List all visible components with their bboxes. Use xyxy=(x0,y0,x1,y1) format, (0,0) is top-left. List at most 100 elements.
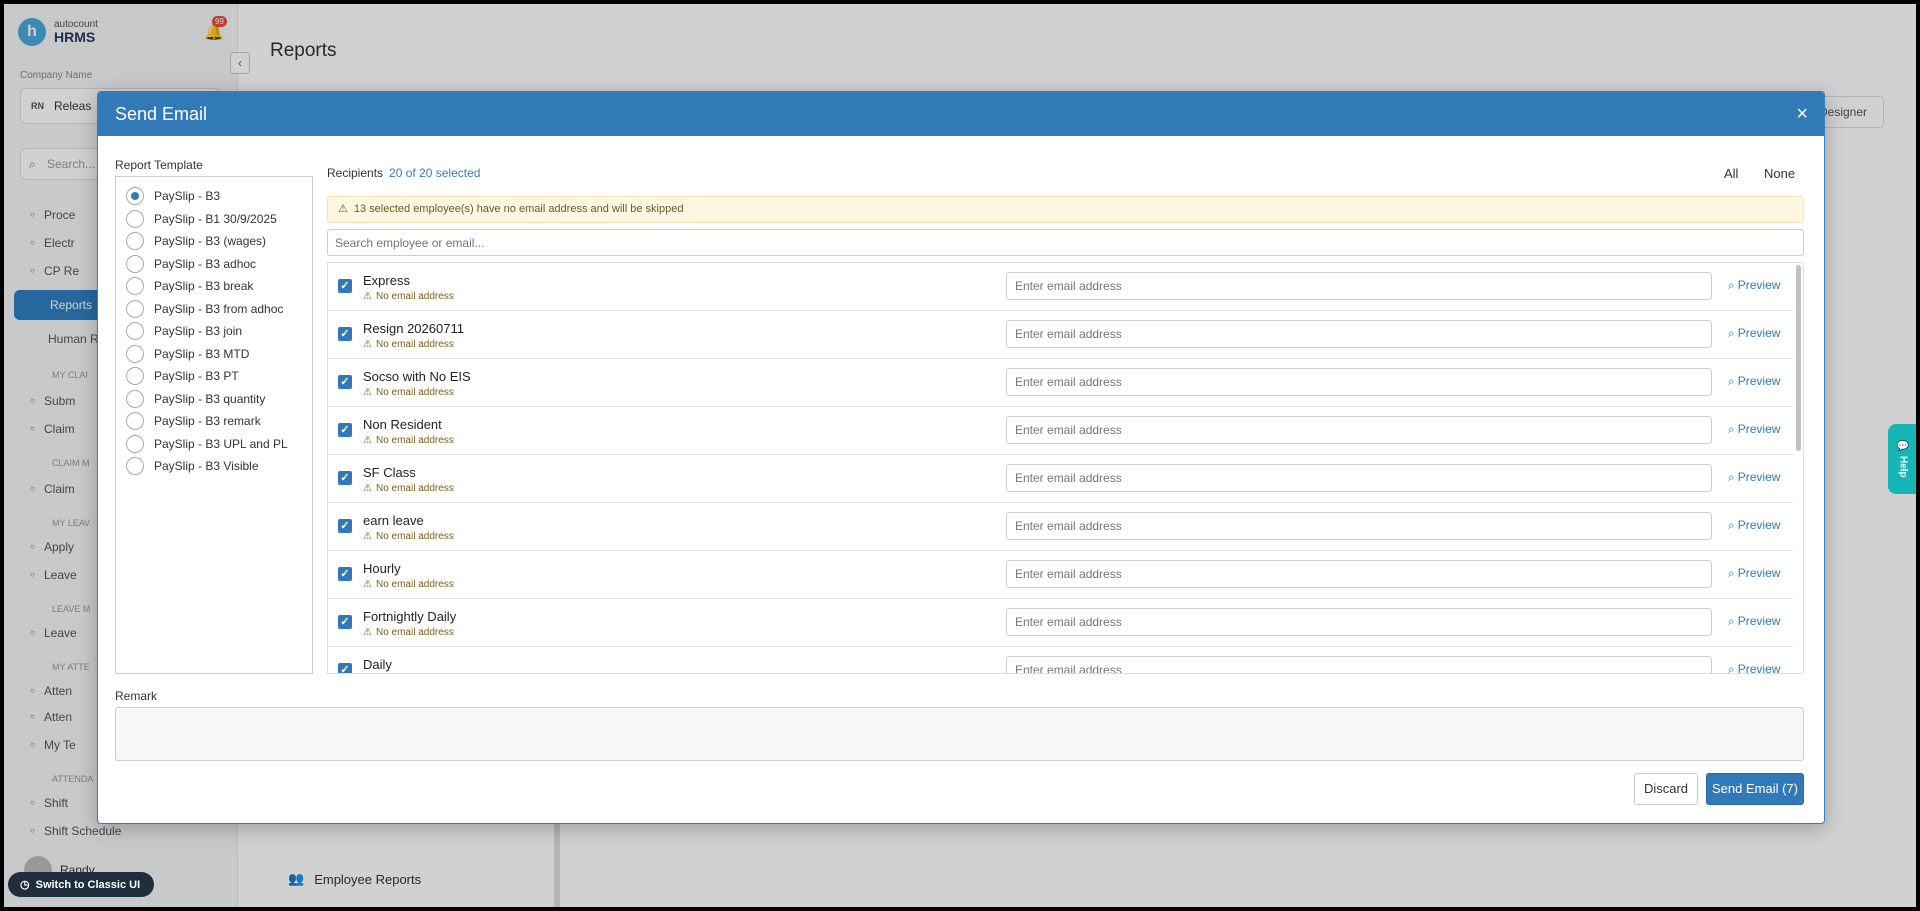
template-radio[interactable] xyxy=(126,232,144,250)
no-email-badge: ⚠ No email address xyxy=(363,435,454,446)
no-email-text: No email address xyxy=(375,627,454,638)
email-field[interactable] xyxy=(1006,272,1712,300)
preview-link[interactable]: ⌕ Preview xyxy=(1728,662,1781,674)
select-none-button[interactable]: None xyxy=(1764,166,1795,181)
recipient-checkbox[interactable]: ✓ xyxy=(338,279,352,293)
recipient-row: ✓ Express ⚠No email address ⌕Preview xyxy=(328,263,1793,311)
template-radio[interactable] xyxy=(126,187,144,205)
template-radio[interactable] xyxy=(126,277,144,295)
template-radio[interactable] xyxy=(126,457,144,475)
template-option[interactable]: PaySlip - B3 xyxy=(126,186,220,206)
search-icon: ⌕ xyxy=(1728,566,1735,580)
template-option-label: PaySlip - B3 PT xyxy=(154,369,239,383)
no-email-badge: ⚠ No email address xyxy=(363,291,454,302)
preview-label: Preview xyxy=(1737,662,1781,674)
warning-icon: ⚠ xyxy=(363,387,372,398)
list-scrollbar[interactable] xyxy=(1796,265,1801,451)
warning-icon: ⚠ xyxy=(338,203,348,215)
no-email-warning: ⚠ 13 selected employee(s) have no email a… xyxy=(327,196,1804,223)
template-radio[interactable] xyxy=(126,412,144,430)
preview-link[interactable]: ⌕ Preview xyxy=(1728,278,1780,293)
template-option[interactable]: PaySlip - B3 adhoc xyxy=(126,254,256,274)
template-option[interactable]: PaySlip - B3 quantity xyxy=(126,389,265,409)
warning-icon: ⚠ xyxy=(363,531,372,542)
email-field[interactable] xyxy=(1006,560,1712,588)
recipient-checkbox[interactable]: ✓ xyxy=(338,327,352,341)
preview-link[interactable]: ⌕ Preview xyxy=(1728,422,1780,437)
template-radio[interactable] xyxy=(126,367,144,385)
template-radio[interactable] xyxy=(126,389,144,408)
template-option[interactable]: PaySlip - B3 PT xyxy=(126,366,239,386)
preview-link[interactable]: ⌕ Preview xyxy=(1728,566,1780,581)
template-radio[interactable] xyxy=(126,209,144,228)
recipient-checkbox[interactable]: ✓ xyxy=(338,423,352,437)
email-field[interactable] xyxy=(1006,608,1712,636)
preview-link[interactable]: ⌕ Preview xyxy=(1728,470,1780,485)
template-option-label: PaySlip - B3 break xyxy=(154,279,254,293)
recipient-checkbox[interactable]: ✓ xyxy=(338,519,352,533)
report-template-label: Report Template xyxy=(115,158,203,172)
discard-button[interactable]: Discard xyxy=(1634,773,1698,805)
template-option[interactable]: PaySlip - B3 UPL and PL xyxy=(126,434,288,454)
preview-link[interactable]: ⌕ Preview xyxy=(1728,518,1780,533)
employee-name: SF Class xyxy=(363,465,416,480)
no-email-badge: ⚠ No email address xyxy=(363,339,454,350)
recipient-checkbox[interactable]: ✓ xyxy=(338,663,352,673)
preview-label: Preview xyxy=(1737,278,1781,292)
no-email-text: No email address xyxy=(375,339,454,350)
email-field[interactable] xyxy=(1006,320,1712,348)
template-radio[interactable] xyxy=(126,254,144,273)
template-option[interactable]: PaySlip - B3 break xyxy=(126,276,253,296)
recipient-checkbox[interactable]: ✓ xyxy=(338,471,352,485)
employee-search-input[interactable] xyxy=(327,229,1804,256)
dialog-title: Send Email xyxy=(115,103,208,124)
switch-ui-label: Switch to Classic UI xyxy=(35,879,141,891)
email-field[interactable] xyxy=(1006,512,1712,540)
send-email-button[interactable]: Send Email (7) xyxy=(1706,773,1804,805)
help-tab[interactable]: 💬 Help xyxy=(1888,424,1916,494)
close-icon[interactable]: × xyxy=(1796,104,1808,124)
switch-classic-ui-button[interactable]: ◷ Switch to Classic UI xyxy=(8,872,155,897)
recipient-row: ✓ earn leave ⚠No email address ⌕Preview xyxy=(328,503,1793,551)
recipient-checkbox[interactable]: ✓ xyxy=(338,615,352,629)
select-all-button[interactable]: All xyxy=(1724,166,1738,181)
recipient-row: ✓ Socso with No EIS ⚠No email address ⌕Prev… xyxy=(328,359,1793,407)
template-option[interactable]: PaySlip - B3 remark xyxy=(126,411,261,431)
warning-icon: ⚠ xyxy=(363,483,372,494)
template-option[interactable]: PaySlip - B3 from adhoc xyxy=(126,299,283,319)
template-radio[interactable] xyxy=(126,434,144,453)
template-option[interactable]: PaySlip - B3 MTD xyxy=(126,344,249,364)
template-option-label: PaySlip - B3 MTD xyxy=(154,346,250,361)
email-field[interactable] xyxy=(1006,656,1712,673)
warning-icon: ⚠ xyxy=(363,579,372,590)
template-option-label: PaySlip - B3 xyxy=(154,189,221,203)
recipient-checkbox[interactable]: ✓ xyxy=(338,567,352,581)
chat-icon: 💬 xyxy=(1896,440,1910,452)
recipient-checkbox[interactable]: ✓ xyxy=(338,375,352,389)
template-option[interactable]: PaySlip - B3 (wages) xyxy=(126,231,266,251)
template-radio[interactable] xyxy=(126,322,144,340)
clock-icon: ◷ xyxy=(20,879,30,891)
template-radio[interactable] xyxy=(126,344,144,363)
preview-link[interactable]: ⌕ Preview xyxy=(1728,374,1780,389)
preview-label: Preview xyxy=(1737,518,1781,532)
template-option-label: PaySlip - B1 30/9/2025 xyxy=(154,211,277,226)
email-field[interactable] xyxy=(1006,368,1712,396)
template-option[interactable]: PaySlip - B3 Visible xyxy=(126,456,259,476)
warning-icon: ⚠ xyxy=(363,435,372,446)
recipients-header: Recipients 20 of 20 selected xyxy=(327,166,480,180)
template-radio[interactable] xyxy=(126,299,144,318)
search-icon: ⌕ xyxy=(1728,614,1735,628)
preview-link[interactable]: ⌕ Preview xyxy=(1728,326,1780,341)
remark-textarea[interactable] xyxy=(115,707,1804,761)
employee-name: Fortnightly Daily xyxy=(363,609,457,624)
template-option[interactable]: PaySlip - B3 join xyxy=(126,321,242,341)
report-template-list: PaySlip - B3 PaySlip - B1 30/9/2025 PaySli… xyxy=(115,176,313,674)
help-label: Help xyxy=(1897,455,1909,478)
template-option[interactable]: PaySlip - B1 30/9/2025 xyxy=(126,209,277,229)
email-field[interactable] xyxy=(1006,464,1712,492)
email-field[interactable] xyxy=(1006,416,1712,444)
preview-link[interactable]: ⌕ Preview xyxy=(1728,614,1780,629)
warning-icon: ⚠ xyxy=(363,627,372,638)
template-option-label: PaySlip - B3 from adhoc xyxy=(154,301,284,316)
